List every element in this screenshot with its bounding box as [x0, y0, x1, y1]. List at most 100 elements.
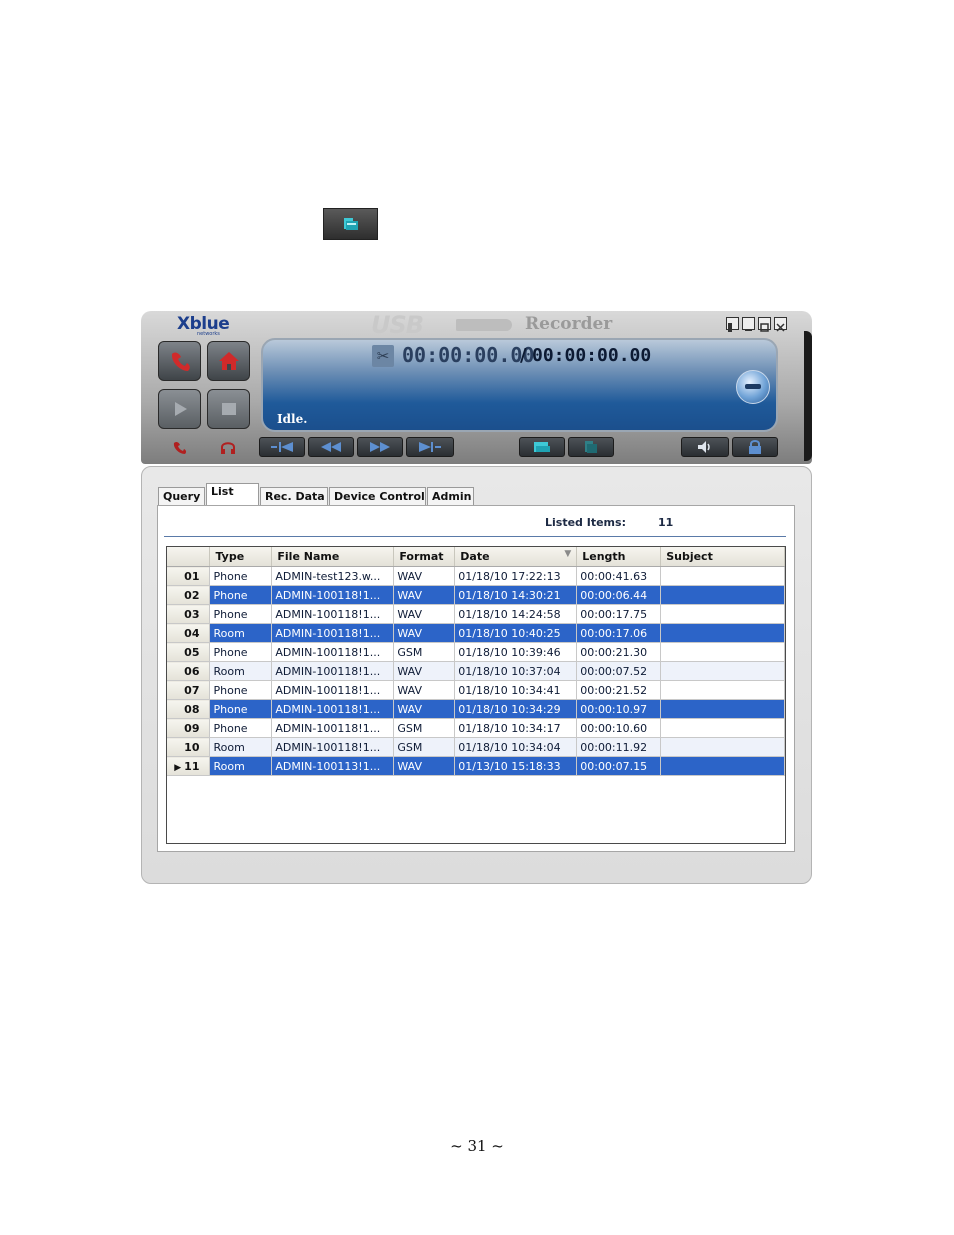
subject-cell[interactable]: [660, 566, 785, 586]
table-row[interactable]: 04 Room ADMIN-100118!1... WAV 01/18/10 10:40…: [167, 623, 785, 643]
row-number-cell[interactable]: ▶ 11: [167, 756, 211, 776]
format-cell[interactable]: WAV: [393, 661, 456, 681]
date-cell[interactable]: 01/18/10 10:34:29: [454, 699, 578, 719]
previous-track-button[interactable]: [259, 437, 305, 457]
length-cell[interactable]: 00:00:10.97: [576, 699, 662, 719]
date-cell[interactable]: 01/18/10 10:40:25: [454, 623, 578, 643]
file-list-button[interactable]: [568, 437, 614, 457]
table-row[interactable]: 09 Phone ADMIN-100118!1... GSM 01/18/10 10:3…: [167, 718, 785, 738]
volume-button[interactable]: [681, 437, 729, 457]
rewind-button[interactable]: [308, 437, 354, 457]
table-row[interactable]: 02 Phone ADMIN-100118!1... WAV 01/18/10 14:3…: [167, 585, 785, 605]
tab-rec-data[interactable]: Rec. Data: [260, 487, 328, 505]
home-record-button[interactable]: [207, 341, 250, 381]
length-cell[interactable]: 00:00:11.92: [576, 737, 662, 757]
row-number-cell[interactable]: 08: [167, 699, 211, 719]
format-cell[interactable]: WAV: [393, 585, 456, 605]
column-header-subject[interactable]: Subject: [660, 547, 785, 567]
phone-small-icon[interactable]: [161, 437, 199, 457]
row-number-cell[interactable]: 03: [167, 604, 211, 624]
length-cell[interactable]: 00:00:21.52: [576, 680, 662, 700]
type-cell[interactable]: Phone: [209, 585, 273, 605]
length-cell[interactable]: 00:00:21.30: [576, 642, 662, 662]
format-cell[interactable]: GSM: [393, 642, 456, 662]
type-cell[interactable]: Phone: [209, 604, 273, 624]
row-number-cell[interactable]: 10: [167, 737, 211, 757]
file-name-cell[interactable]: ADMIN-test123.w...: [271, 566, 395, 586]
row-number-cell[interactable]: 04: [167, 623, 211, 643]
file-name-cell[interactable]: ADMIN-100113!1...: [271, 756, 395, 776]
headset-icon[interactable]: [209, 437, 247, 457]
type-cell[interactable]: Phone: [209, 699, 273, 719]
subject-cell[interactable]: [660, 680, 785, 700]
subject-cell[interactable]: [660, 661, 785, 681]
subject-cell[interactable]: [660, 604, 785, 624]
close-button[interactable]: [774, 317, 787, 332]
length-cell[interactable]: 00:00:07.15: [576, 756, 662, 776]
maximize-button[interactable]: [758, 317, 771, 332]
row-number-cell[interactable]: 02: [167, 585, 211, 605]
date-cell[interactable]: 01/18/10 10:39:46: [454, 642, 578, 662]
minimize-button[interactable]: [742, 317, 755, 331]
subject-cell[interactable]: [660, 699, 785, 719]
row-number-cell[interactable]: 07: [167, 680, 211, 700]
type-cell[interactable]: Phone: [209, 642, 273, 662]
table-row[interactable]: 08 Phone ADMIN-100118!1... WAV 01/18/10 10:3…: [167, 699, 785, 719]
length-cell[interactable]: 00:00:07.52: [576, 661, 662, 681]
row-number-cell[interactable]: 05: [167, 642, 211, 662]
format-cell[interactable]: WAV: [393, 623, 456, 643]
subject-cell[interactable]: [660, 718, 785, 738]
column-header-format[interactable]: Format: [393, 547, 456, 567]
type-cell[interactable]: Room: [209, 623, 273, 643]
date-cell[interactable]: 01/18/10 14:24:58: [454, 604, 578, 624]
format-cell[interactable]: WAV: [393, 604, 456, 624]
date-cell[interactable]: 01/18/10 10:34:17: [454, 718, 578, 738]
format-cell[interactable]: WAV: [393, 680, 456, 700]
file-name-cell[interactable]: ADMIN-100118!1...: [271, 680, 395, 700]
column-header-file-name[interactable]: File Name: [271, 547, 395, 567]
subject-cell[interactable]: [660, 642, 785, 662]
next-track-button[interactable]: [406, 437, 454, 457]
format-cell[interactable]: GSM: [393, 737, 456, 757]
type-cell[interactable]: Room: [209, 737, 273, 757]
date-cell[interactable]: 01/18/10 17:22:13: [454, 566, 578, 586]
type-cell[interactable]: Room: [209, 756, 273, 776]
open-folder-button[interactable]: [519, 437, 565, 457]
fast-forward-button[interactable]: [357, 437, 403, 457]
tab-query[interactable]: Query: [158, 487, 205, 505]
tab-admin[interactable]: Admin: [427, 487, 474, 505]
column-header-length[interactable]: Length: [576, 547, 662, 567]
menu-orb-button[interactable]: [736, 370, 770, 404]
length-cell[interactable]: 00:00:41.63: [576, 566, 662, 586]
lock-button[interactable]: [732, 437, 778, 457]
table-row[interactable]: 03 Phone ADMIN-100118!1... WAV 01/18/10 14:2…: [167, 604, 785, 624]
table-row[interactable]: 10 Room ADMIN-100118!1... GSM 01/18/10 10:34…: [167, 737, 785, 757]
table-row[interactable]: ▶ 11 Room ADMIN-100113!1... WAV 01/13/10 15:1…: [167, 756, 785, 776]
file-name-cell[interactable]: ADMIN-100118!1...: [271, 585, 395, 605]
length-cell[interactable]: 00:00:10.60: [576, 718, 662, 738]
date-cell[interactable]: 01/18/10 10:34:41: [454, 680, 578, 700]
format-cell[interactable]: WAV: [393, 699, 456, 719]
file-name-cell[interactable]: ADMIN-100118!1...: [271, 699, 395, 719]
stop-button[interactable]: [207, 389, 250, 429]
file-name-cell[interactable]: ADMIN-100118!1...: [271, 604, 395, 624]
type-cell[interactable]: Room: [209, 661, 273, 681]
file-name-cell[interactable]: ADMIN-100118!1...: [271, 642, 395, 662]
scissors-icon[interactable]: ✂: [372, 345, 394, 367]
play-button[interactable]: [158, 389, 201, 429]
tab-device-control[interactable]: Device Control: [329, 487, 426, 505]
format-cell[interactable]: GSM: [393, 718, 456, 738]
row-number-cell[interactable]: 09: [167, 718, 211, 738]
date-cell[interactable]: 01/18/10 10:37:04: [454, 661, 578, 681]
mini-mode-button[interactable]: [726, 317, 739, 332]
column-header-date[interactable]: Date ▼: [454, 547, 578, 567]
file-name-cell[interactable]: ADMIN-100118!1...: [271, 718, 395, 738]
subject-cell[interactable]: [660, 756, 785, 776]
date-cell[interactable]: 01/13/10 15:18:33: [454, 756, 578, 776]
subject-cell[interactable]: [660, 737, 785, 757]
file-name-cell[interactable]: ADMIN-100118!1...: [271, 661, 395, 681]
table-row[interactable]: 06 Room ADMIN-100118!1... WAV 01/18/10 10:37…: [167, 661, 785, 681]
type-cell[interactable]: Phone: [209, 566, 273, 586]
row-number-cell[interactable]: 06: [167, 661, 211, 681]
file-name-cell[interactable]: ADMIN-100118!1...: [271, 623, 395, 643]
